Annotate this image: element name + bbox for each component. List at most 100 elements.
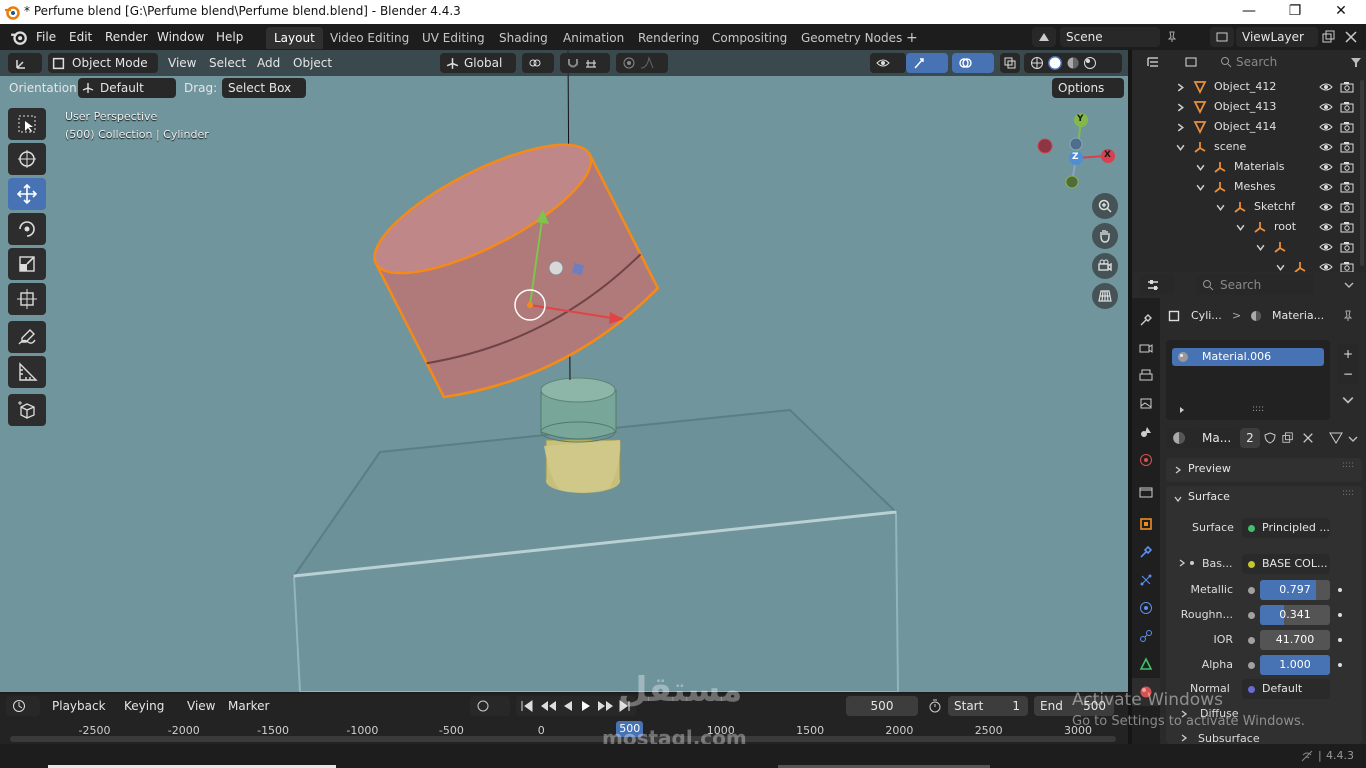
- auto-keying-toggle[interactable]: [470, 696, 510, 716]
- chevron-down-icon[interactable]: [1196, 163, 1205, 172]
- viewlayer-name-field[interactable]: ViewLayer: [1236, 27, 1318, 47]
- camera-icon[interactable]: [1340, 81, 1354, 93]
- tab-layout[interactable]: Layout: [266, 27, 323, 49]
- normal-field[interactable]: Default: [1242, 679, 1330, 699]
- menu-render[interactable]: Render: [99, 28, 154, 46]
- menu-playback[interactable]: Playback: [52, 696, 106, 716]
- tab-object[interactable]: [1132, 510, 1160, 538]
- duplicate-icon[interactable]: [1282, 432, 1294, 444]
- preview-panel-header[interactable]: Preview ::::: [1166, 458, 1362, 482]
- eye-icon[interactable]: [1319, 181, 1333, 193]
- pin-icon[interactable]: [1342, 310, 1354, 322]
- close-button[interactable]: ✕: [1318, 0, 1364, 24]
- overlay-toggle[interactable]: [952, 53, 994, 73]
- display-mode-dropdown[interactable]: [1178, 52, 1208, 72]
- add-cube-tool[interactable]: [8, 394, 46, 426]
- current-frame-field[interactable]: 500: [846, 696, 918, 716]
- tab-geometry-nodes[interactable]: Geometry Nodes: [793, 27, 910, 49]
- menu-timeline-view[interactable]: View: [187, 696, 215, 716]
- eye-icon[interactable]: [1319, 81, 1333, 93]
- outliner-editor-type[interactable]: [1140, 52, 1174, 72]
- chevron-down-icon[interactable]: [1216, 203, 1225, 212]
- tab-physics[interactable]: [1132, 594, 1160, 622]
- 3d-viewport[interactable]: Y X Z User Perspective (500) Collection …: [0, 50, 1128, 692]
- menu-help[interactable]: Help: [210, 28, 249, 46]
- eye-icon[interactable]: [1319, 101, 1333, 113]
- tab-uv-editing[interactable]: UV Editing: [414, 27, 493, 49]
- viewlayer-browse-button[interactable]: [1210, 27, 1234, 47]
- chevron-down-icon[interactable]: [1348, 434, 1358, 444]
- chevron-right-icon[interactable]: [1180, 734, 1188, 742]
- chevron-down-icon[interactable]: [1236, 223, 1245, 232]
- tab-tool[interactable]: [1132, 306, 1160, 334]
- add-slot-button[interactable]: +: [1338, 344, 1358, 364]
- outliner-row[interactable]: Materials: [1132, 157, 1366, 177]
- start-frame-field[interactable]: Start 1: [948, 696, 1028, 716]
- annotate-tool[interactable]: [8, 321, 46, 353]
- filter-icon[interactable]: [1350, 56, 1362, 68]
- chevron-right-icon[interactable]: [1178, 559, 1186, 567]
- pan-button[interactable]: [1092, 223, 1118, 249]
- camera-icon[interactable]: [1340, 181, 1354, 193]
- tab-particles[interactable]: [1132, 566, 1160, 594]
- fake-user-shield-icon[interactable]: [1264, 432, 1276, 444]
- select-box-tool[interactable]: [8, 108, 46, 140]
- tab-modifiers[interactable]: [1132, 538, 1160, 566]
- camera-icon[interactable]: [1340, 201, 1354, 213]
- perspective-toggle-button[interactable]: [1092, 283, 1118, 309]
- chevron-right-icon[interactable]: [1176, 103, 1185, 112]
- tab-collection[interactable]: [1132, 478, 1160, 506]
- menu-keying[interactable]: Keying: [124, 696, 164, 716]
- tab-compositing[interactable]: Compositing: [704, 27, 795, 49]
- solid-shading-icon[interactable]: [1047, 56, 1062, 70]
- surface-shader-field[interactable]: Principled ...: [1242, 518, 1330, 538]
- menu-edit[interactable]: Edit: [63, 28, 98, 46]
- outliner-row[interactable]: root: [1132, 217, 1366, 237]
- camera-icon[interactable]: [1340, 101, 1354, 113]
- material-slot-item[interactable]: Material.006: [1172, 348, 1324, 366]
- stopwatch-icon[interactable]: [928, 699, 942, 713]
- tab-scene[interactable]: [1132, 418, 1160, 446]
- pivot-point-dropdown[interactable]: [522, 53, 554, 73]
- value-slider[interactable]: 41.700: [1260, 630, 1330, 650]
- properties-editor-type[interactable]: [1140, 275, 1174, 295]
- outliner-search[interactable]: Search: [1214, 52, 1344, 72]
- scene-name-field[interactable]: Scene: [1060, 27, 1160, 47]
- measure-tool[interactable]: [8, 356, 46, 388]
- tab-constraints[interactable]: [1132, 622, 1160, 650]
- move-tool[interactable]: [8, 178, 46, 210]
- scene-browse-button[interactable]: [1032, 27, 1056, 47]
- eye-icon[interactable]: [1319, 241, 1333, 253]
- drag-dropdown[interactable]: Select Box: [222, 78, 306, 98]
- camera-icon[interactable]: [1340, 221, 1354, 233]
- outliner-row[interactable]: Object_414: [1132, 117, 1366, 137]
- camera-icon[interactable]: [1340, 141, 1354, 153]
- outliner-row[interactable]: Object_413: [1132, 97, 1366, 117]
- outliner-row[interactable]: Meshes: [1132, 177, 1366, 197]
- tab-animation[interactable]: Animation: [555, 27, 632, 49]
- eye-icon[interactable]: [1319, 121, 1333, 133]
- node-link-icon[interactable]: [1328, 430, 1344, 446]
- rotate-tool[interactable]: [8, 213, 46, 245]
- chevron-right-icon[interactable]: [1176, 83, 1185, 92]
- scale-tool[interactable]: [8, 248, 46, 280]
- eye-icon[interactable]: [1319, 221, 1333, 233]
- eye-icon[interactable]: [1319, 141, 1333, 153]
- chevron-down-icon[interactable]: [1342, 394, 1354, 406]
- browse-material-button[interactable]: [1166, 428, 1196, 448]
- wireframe-shading-icon[interactable]: [1030, 56, 1044, 70]
- resize-handle[interactable]: ::::: [1252, 404, 1264, 414]
- shading-mode-group[interactable]: [1024, 53, 1122, 73]
- user-count[interactable]: 2: [1240, 428, 1260, 448]
- base-color-field[interactable]: BASE COL...: [1242, 554, 1330, 574]
- outliner-scrollbar[interactable]: [1360, 80, 1364, 266]
- camera-icon[interactable]: [1340, 121, 1354, 133]
- menu-add[interactable]: Add: [257, 53, 280, 73]
- drag-grip[interactable]: ::::: [1342, 460, 1354, 470]
- tab-output[interactable]: [1132, 362, 1160, 390]
- tab-render[interactable]: [1132, 334, 1160, 362]
- menu-marker[interactable]: Marker: [228, 696, 269, 716]
- duplicate-icon[interactable]: [1322, 30, 1336, 44]
- cursor-tool[interactable]: [8, 143, 46, 175]
- value-slider[interactable]: 0.341: [1260, 605, 1330, 625]
